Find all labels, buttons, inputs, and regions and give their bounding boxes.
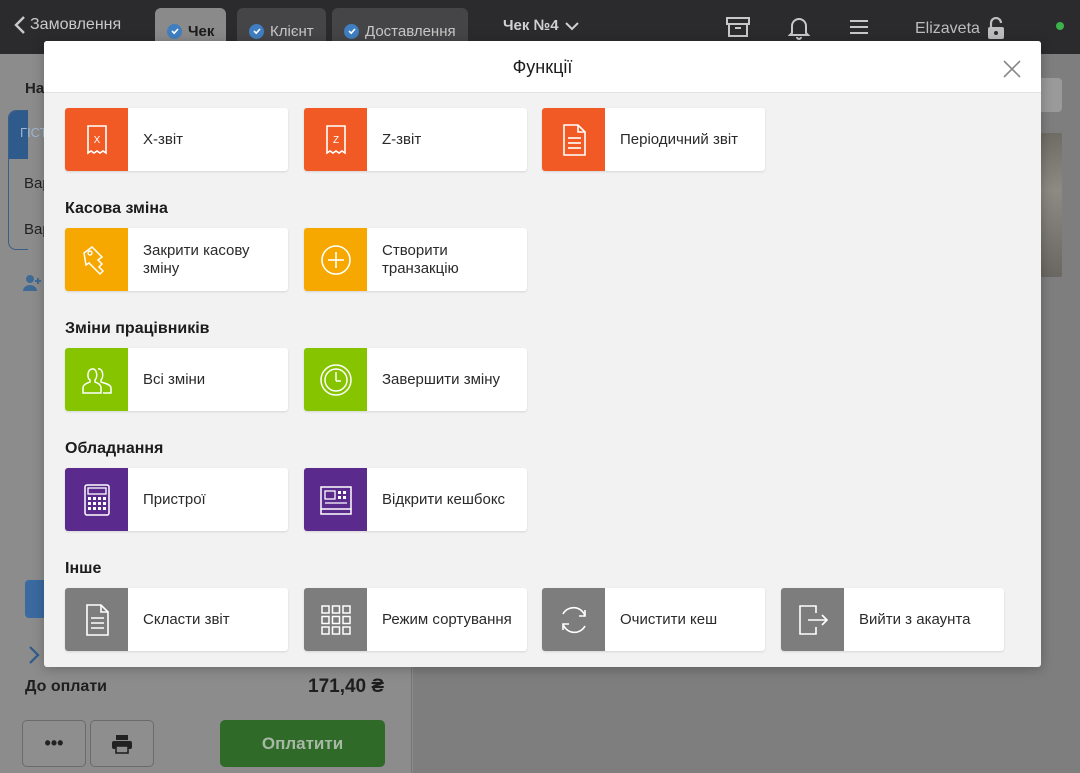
close-button[interactable] <box>1002 59 1022 79</box>
tile-end-shift[interactable]: Завершити зміну <box>304 348 527 411</box>
svg-text:Z: Z <box>332 135 338 146</box>
pay-label: Оплатити <box>261 733 344 753</box>
tab-label: Клієнт <box>270 22 314 40</box>
tile-label: Створити транзакцію <box>382 241 459 277</box>
more-button[interactable]: ••• <box>22 720 86 767</box>
modal-header: Функції <box>44 41 1041 93</box>
cash-register-icon <box>304 468 367 531</box>
section-title: Обладнання <box>65 440 164 457</box>
back-button[interactable]: Замовлення <box>14 16 121 34</box>
chevron-left-icon <box>14 16 25 34</box>
tile-label: Всі зміни <box>143 370 206 388</box>
tile-create-transaction[interactable]: Створити транзакцію <box>304 228 527 291</box>
tab-label: Доставлення <box>365 22 456 40</box>
tile-clear-cache[interactable]: Очистити кеш <box>542 588 765 651</box>
tile-label: Режим сортування <box>382 610 512 628</box>
tile-label: Відкрити кешбокс <box>382 490 506 508</box>
section-title: Інше <box>65 560 102 577</box>
report-icon <box>65 588 128 651</box>
total-value: 171,40 ₴ <box>308 676 385 697</box>
chevron-right-icon <box>29 646 40 664</box>
menu-icon[interactable] <box>846 14 872 40</box>
plus-circle-icon <box>304 228 367 291</box>
tile-label: Скласти звіт <box>143 610 230 628</box>
tile-label: Завершити зміну <box>382 370 501 388</box>
tab-label: Чек <box>188 22 215 40</box>
tile-label: Z-звіт <box>382 130 422 148</box>
z-report-icon: Z <box>304 108 367 171</box>
check-icon <box>344 23 359 39</box>
order-title: Чек №4 <box>503 17 559 34</box>
users-icon <box>65 348 128 411</box>
tile-logout[interactable]: Вийти з акаунта <box>781 588 1004 651</box>
archive-icon[interactable] <box>725 14 751 40</box>
refresh-icon <box>542 588 605 651</box>
check-icon <box>249 23 264 39</box>
tile-z-report[interactable]: Z Z-звіт <box>304 108 527 171</box>
panel-heading: На <box>25 80 45 97</box>
user-menu[interactable]: Elizaveta <box>915 17 1006 41</box>
close-icon <box>1003 60 1021 78</box>
lock-open-icon <box>987 17 1004 39</box>
tile-label: Очистити кеш <box>620 610 718 628</box>
chevron-down-icon <box>564 21 579 30</box>
grid-icon <box>304 588 367 651</box>
more-label: ••• <box>44 733 64 753</box>
tile-label: Закрити касову зміну <box>143 241 250 277</box>
x-report-icon: X <box>65 108 128 171</box>
clock-icon <box>304 348 367 411</box>
keys-icon <box>65 228 128 291</box>
background-strip <box>25 580 45 618</box>
product-image <box>1040 133 1062 277</box>
section-title: Касова зміна <box>65 200 168 217</box>
tile-devices[interactable]: Пристрої <box>65 468 288 531</box>
logout-icon <box>781 588 844 651</box>
svg-text:X: X <box>93 135 100 146</box>
tile-sort-mode[interactable]: Режим сортування <box>304 588 527 651</box>
bell-icon[interactable] <box>786 14 812 40</box>
tile-close-shift[interactable]: Закрити касову зміну <box>65 228 288 291</box>
online-status-indicator <box>1056 22 1064 30</box>
tile-make-report[interactable]: Скласти звіт <box>65 588 288 651</box>
tile-label: Пристрої <box>143 490 206 508</box>
calculator-icon <box>65 468 128 531</box>
functions-modal: Функції X X-звіт Z Z-звіт Періодичний зв… <box>44 41 1041 667</box>
tile-all-shifts[interactable]: Всі зміни <box>65 348 288 411</box>
tile-x-report[interactable]: X X-звіт <box>65 108 288 171</box>
order-selector[interactable]: Чек №4 <box>503 17 579 34</box>
tile-label: Періодичний звіт <box>620 130 739 148</box>
user-name: Elizaveta <box>915 20 980 37</box>
modal-title: Функції <box>512 57 573 77</box>
tile-label: X-звіт <box>143 130 184 148</box>
add-user-icon <box>23 275 41 291</box>
pay-button[interactable]: Оплатити <box>220 720 385 767</box>
document-icon <box>542 108 605 171</box>
back-label: Замовлення <box>30 16 122 33</box>
tile-periodic-report[interactable]: Періодичний звіт <box>542 108 765 171</box>
tile-label: Вийти з акаунта <box>859 610 971 628</box>
check-icon <box>167 23 182 39</box>
printer-icon <box>112 734 132 754</box>
print-button[interactable] <box>90 720 154 767</box>
section-title: Зміни працівників <box>65 320 210 337</box>
total-label: До оплати <box>25 678 107 695</box>
tile-open-cashbox[interactable]: Відкрити кешбокс <box>304 468 527 531</box>
